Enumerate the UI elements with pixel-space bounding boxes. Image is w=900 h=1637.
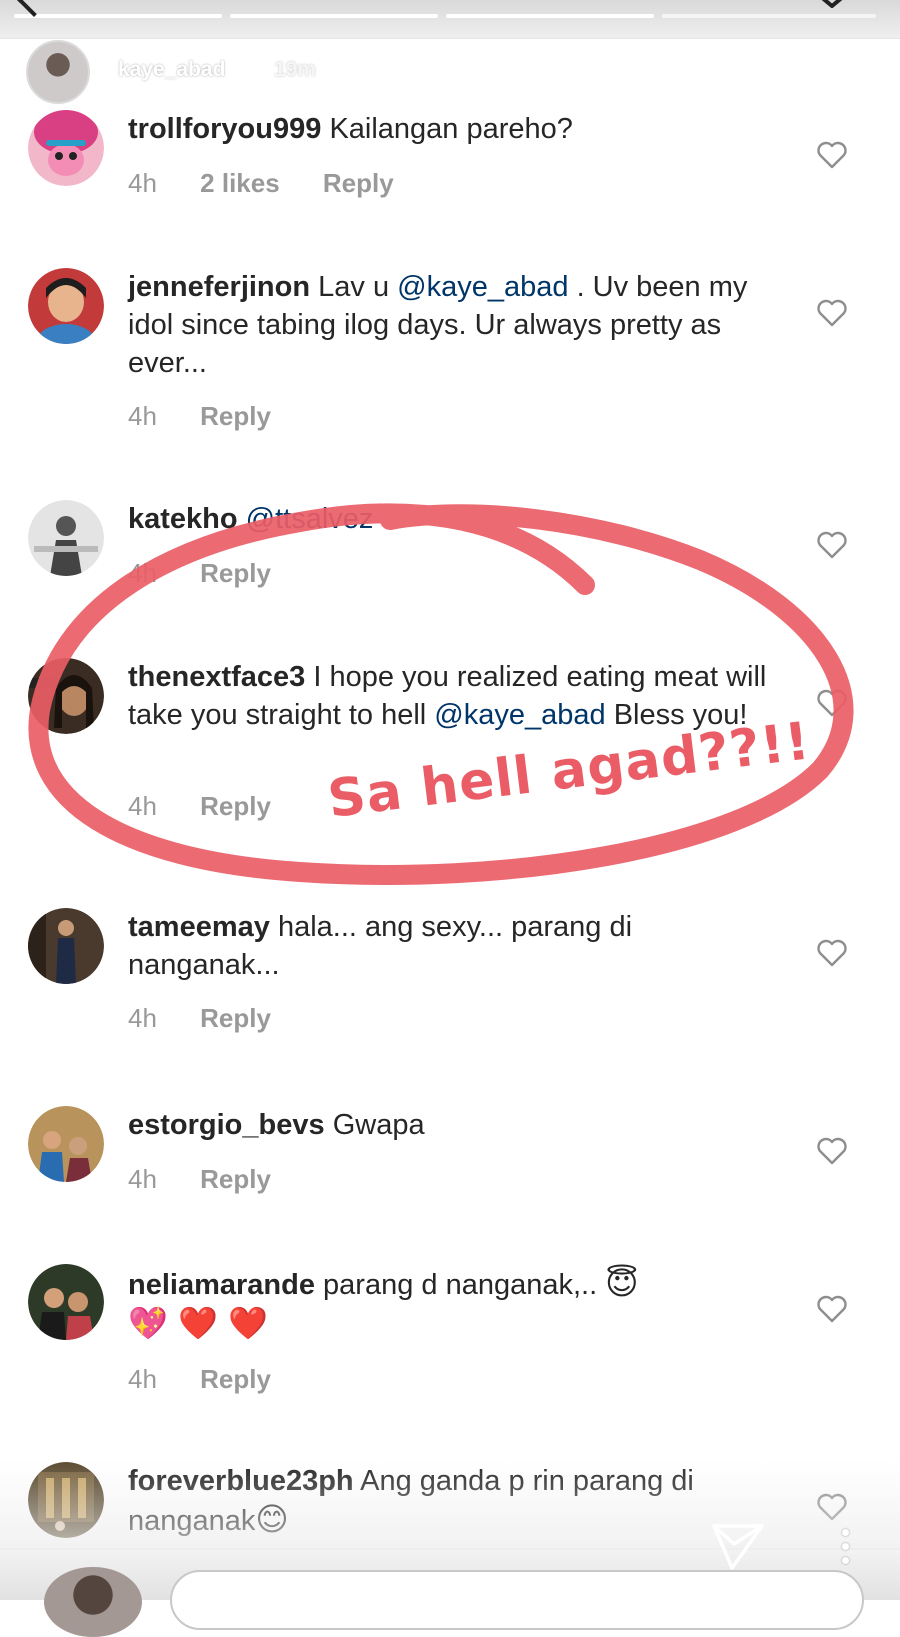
mention-link[interactable]: @kaye_abad <box>434 699 605 731</box>
comment-username[interactable]: trollforyou999 <box>128 113 321 145</box>
story-owner-username[interactable]: kaye_abad <box>118 58 225 82</box>
comment-username[interactable]: estorgio_bevs <box>128 1109 325 1141</box>
story-progress-segment <box>662 14 876 18</box>
avatar[interactable] <box>28 1462 104 1538</box>
hearts-emoji: 💖 ❤️ ❤️ <box>128 1304 268 1342</box>
avatar[interactable] <box>28 658 104 734</box>
comment-time: 4h <box>128 558 157 588</box>
avatar[interactable] <box>44 1567 142 1637</box>
avatar[interactable] <box>28 1264 104 1340</box>
heart-outline-icon[interactable] <box>816 298 848 328</box>
comment-time: 4h <box>128 1364 157 1394</box>
mention-link[interactable]: @kaye_abad <box>397 271 568 303</box>
avatar[interactable] <box>28 110 104 186</box>
comment-username[interactable]: thenextface3 <box>128 661 305 693</box>
reply-button[interactable]: Reply <box>200 1364 271 1395</box>
comment-username[interactable]: jenneferjinon <box>128 271 310 303</box>
story-progress-segment <box>14 14 222 18</box>
comment-text: Lav u <box>318 271 390 303</box>
comment-time: 4h <box>128 791 157 821</box>
story-header <box>0 0 900 38</box>
comment-input[interactable] <box>170 1570 864 1630</box>
reply-button[interactable]: Reply <box>200 401 271 432</box>
mention-link[interactable]: @ttsalvez <box>246 503 374 535</box>
send-arrow-icon[interactable] <box>710 1522 766 1572</box>
heart-outline-icon[interactable] <box>816 1294 848 1324</box>
comment-time: 4h <box>128 401 157 431</box>
likes-count[interactable]: 2 likes <box>200 168 280 199</box>
comment-username[interactable]: katekho <box>128 503 238 535</box>
heart-outline-icon[interactable] <box>816 1492 848 1522</box>
chevron-down-icon[interactable] <box>818 0 846 8</box>
comment-text: Gwapa <box>332 1109 425 1141</box>
heart-outline-icon[interactable] <box>816 938 848 968</box>
comment-time: 4h <box>128 1003 157 1033</box>
comment-username[interactable]: neliamarande <box>128 1269 315 1301</box>
avatar[interactable] <box>28 1106 104 1182</box>
heart-outline-icon[interactable] <box>816 1136 848 1166</box>
heart-outline-icon[interactable] <box>816 688 848 718</box>
reply-button[interactable]: Reply <box>200 1164 271 1195</box>
header-divider <box>0 38 900 39</box>
story-time: 19m <box>274 58 317 81</box>
heart-outline-icon[interactable] <box>816 140 848 170</box>
avatar[interactable] <box>26 40 90 104</box>
heart-outline-icon[interactable] <box>816 530 848 560</box>
reply-button[interactable]: Reply <box>200 558 271 589</box>
comment-time: 4h <box>128 1164 157 1194</box>
story-progress-segment <box>230 14 438 18</box>
story-progress-segment <box>446 14 654 18</box>
reply-button[interactable]: Reply <box>200 791 271 822</box>
avatar[interactable] <box>28 908 104 984</box>
more-vertical-icon[interactable] <box>838 1527 852 1567</box>
comment-text: Kailangan pareho? <box>329 113 573 145</box>
angel-emoji: 😇 <box>605 1264 639 1302</box>
avatar[interactable] <box>28 268 104 344</box>
reply-button[interactable]: Reply <box>200 1003 271 1034</box>
comment-username[interactable]: foreverblue23ph <box>128 1465 354 1497</box>
avatar[interactable] <box>28 500 104 576</box>
reply-button[interactable]: Reply <box>323 168 394 199</box>
comment-text: parang d nanganak,.. <box>323 1269 598 1301</box>
comment-time: 4h <box>128 168 157 198</box>
comment-username[interactable]: tameemay <box>128 911 270 943</box>
smile-emoji: 😊 <box>255 1500 289 1538</box>
